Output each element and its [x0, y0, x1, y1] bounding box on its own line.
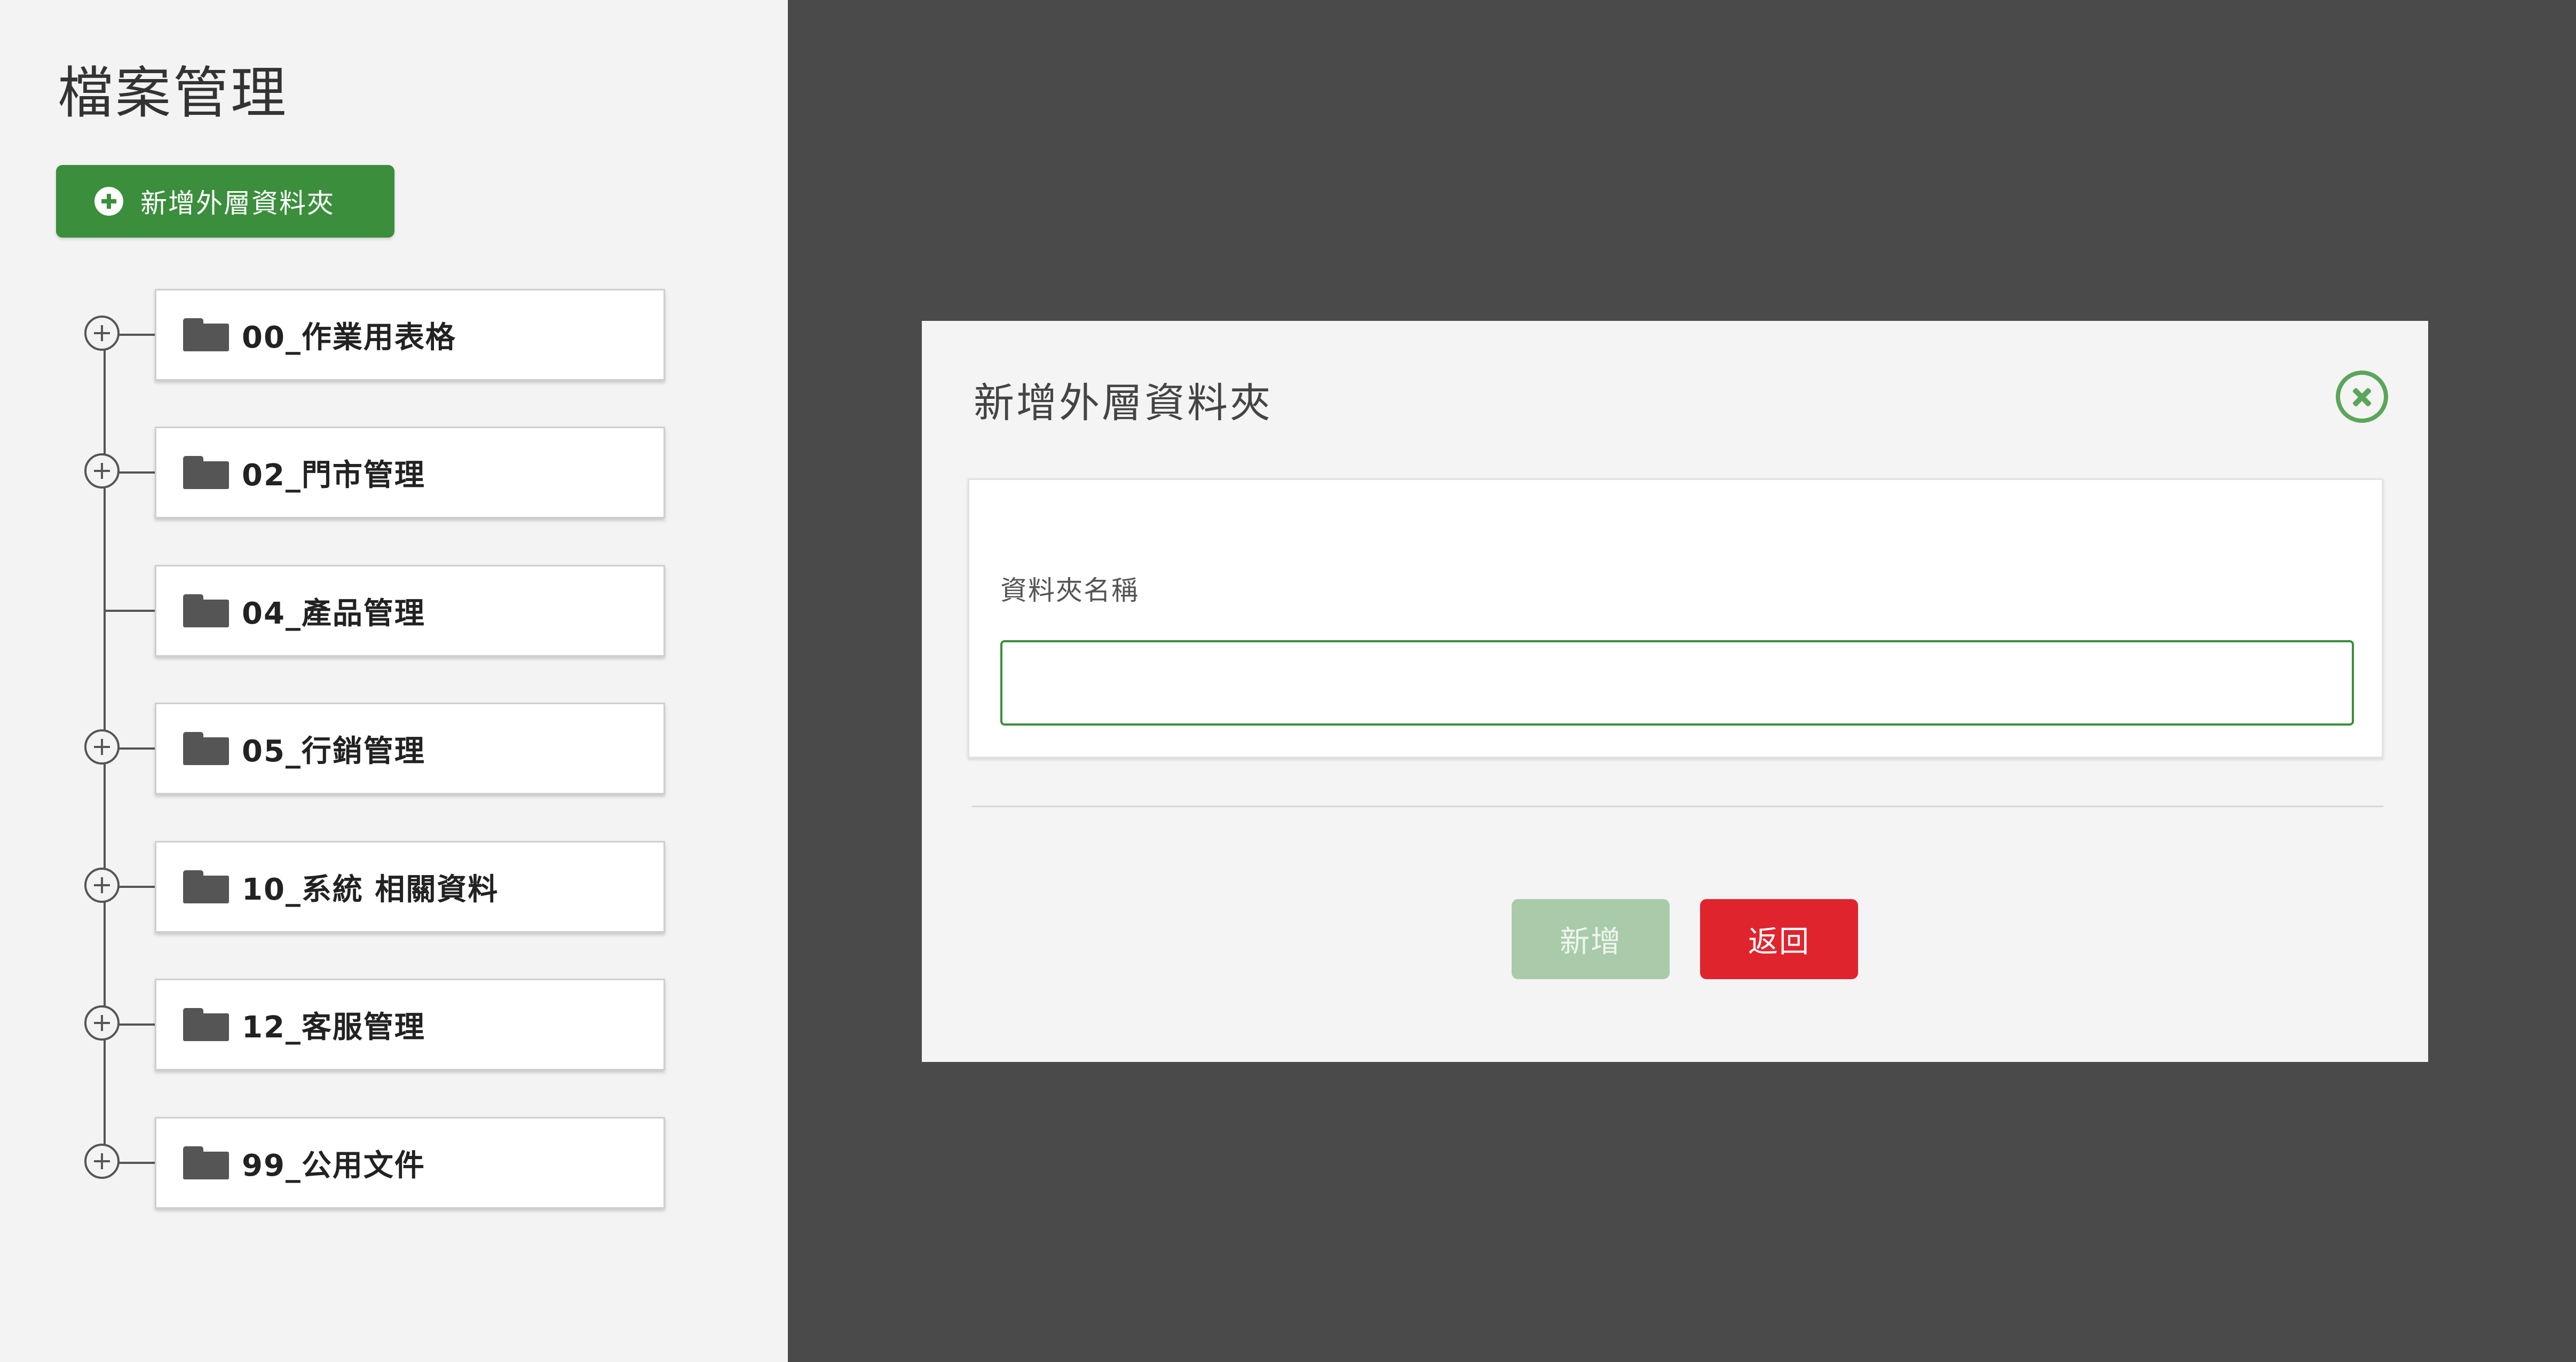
add-root-folder-label: 新增外層資料夾 [140, 188, 335, 219]
folder-name: 99_公用文件 [242, 1148, 425, 1183]
tree-node: 04_產品管理 [0, 565, 788, 657]
tree-node: 05_行銷管理 [0, 703, 788, 794]
folder-name: 02_門市管理 [242, 458, 425, 493]
folder-name: 12_客服管理 [242, 1010, 425, 1045]
file-manager-panel: 檔案管理 新增外層資料夾 00_作業用表格 02_門市管理 04_產品管理 05… [0, 0, 788, 1362]
back-button[interactable]: 返回 [1700, 899, 1858, 979]
folder-item[interactable]: 12_客服管理 [155, 979, 665, 1070]
tree-branch-line [105, 610, 156, 612]
add-root-folder-button[interactable]: 新增外層資料夾 [56, 165, 394, 238]
folder-item[interactable]: 04_產品管理 [155, 565, 665, 657]
tree-node: 10_系統 相關資料 [0, 841, 788, 933]
folder-icon [183, 318, 229, 351]
folder-item[interactable]: 02_門市管理 [155, 427, 665, 518]
folder-name: 05_行銷管理 [242, 734, 425, 769]
expand-plus-icon[interactable] [84, 316, 120, 351]
folder-name-input[interactable] [1000, 640, 2354, 726]
expand-plus-icon[interactable] [84, 1144, 120, 1179]
folder-icon [183, 594, 229, 627]
page-title: 檔案管理 [58, 60, 289, 125]
tree-node: 12_客服管理 [0, 979, 788, 1070]
folder-name: 04_產品管理 [242, 596, 425, 631]
folder-icon [183, 1008, 229, 1041]
expand-plus-icon[interactable] [84, 1005, 120, 1041]
folder-icon [183, 870, 229, 903]
plus-circle-icon [94, 187, 123, 216]
folder-icon [183, 1146, 229, 1179]
tree-node: 02_門市管理 [0, 427, 788, 518]
divider [972, 806, 2383, 807]
tree-node: 99_公用文件 [0, 1117, 788, 1209]
folder-icon [183, 732, 229, 765]
expand-plus-icon[interactable] [84, 729, 120, 765]
modal-title: 新增外層資料夾 [974, 379, 1273, 427]
expand-plus-icon[interactable] [84, 868, 120, 903]
form-card: 資料夾名稱 [968, 478, 2383, 758]
folder-name: 00_作業用表格 [242, 320, 456, 355]
expand-plus-icon[interactable] [84, 453, 120, 489]
add-folder-modal: 新增外層資料夾 資料夾名稱 新增 返回 [922, 321, 2428, 1062]
folder-item[interactable]: 05_行銷管理 [155, 703, 665, 794]
folder-name: 10_系統 相關資料 [242, 872, 499, 907]
folder-icon [183, 456, 229, 489]
folder-item[interactable]: 10_系統 相關資料 [155, 841, 665, 933]
tree-node: 00_作業用表格 [0, 289, 788, 381]
folder-item[interactable]: 00_作業用表格 [155, 289, 665, 381]
add-button[interactable]: 新增 [1512, 899, 1670, 979]
folder-name-label: 資料夾名稱 [1000, 575, 1139, 606]
close-circle-icon[interactable] [2336, 371, 2388, 423]
folder-item[interactable]: 99_公用文件 [155, 1117, 665, 1209]
